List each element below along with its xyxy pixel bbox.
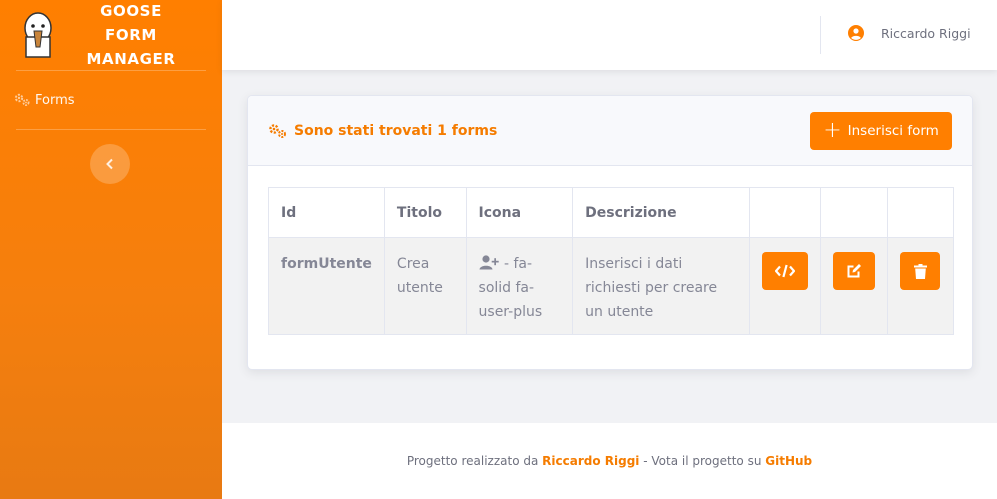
view-code-button[interactable] xyxy=(762,252,808,290)
column-header-edit xyxy=(820,187,888,238)
sidebar: GOOSE FORM MANAGER Forms xyxy=(0,0,222,499)
gears-icon xyxy=(269,123,286,138)
column-header-delete xyxy=(887,187,954,238)
user-circle-icon xyxy=(848,25,864,41)
footer-middle: - Vota il progetto su xyxy=(643,454,762,468)
cell-id: formUtente xyxy=(268,237,385,335)
table-row: formUtente Crea utente - fa-solid fa-use… xyxy=(268,237,954,335)
footer-github-link[interactable]: GitHub xyxy=(765,454,812,468)
edit-button[interactable] xyxy=(833,252,875,290)
goose-logo-icon xyxy=(24,12,52,58)
user-plus-icon xyxy=(479,255,499,270)
column-header-titolo: Titolo xyxy=(383,187,467,238)
brand-title: GOOSE FORM MANAGER xyxy=(72,0,190,71)
footer: Progetto realizzato da Riccardo Riggi - … xyxy=(222,423,997,499)
cell-action-delete xyxy=(887,237,954,335)
add-form-button[interactable]: + Inserisci form xyxy=(810,112,952,150)
code-icon xyxy=(775,264,795,278)
forms-card: Sono stati trovati 1 forms + Inserisci f… xyxy=(247,95,973,370)
brand-title-line2: MANAGER xyxy=(86,50,176,68)
column-header-icona: Icona xyxy=(465,187,574,238)
brand[interactable]: GOOSE FORM MANAGER xyxy=(0,0,222,70)
gears-icon xyxy=(14,93,30,106)
cell-descrizione: Inserisci i dati richiesti per creare un… xyxy=(572,237,750,335)
footer-author-link[interactable]: Riccardo Riggi xyxy=(542,454,639,468)
brand-title-line1: GOOSE FORM xyxy=(100,2,162,44)
column-header-id: Id xyxy=(268,187,385,238)
sidebar-divider xyxy=(16,129,206,130)
cell-action-code xyxy=(749,237,821,335)
plus-icon: + xyxy=(823,118,842,143)
cell-titolo: Crea utente xyxy=(383,237,467,335)
user-name: Riccardo Riggi xyxy=(881,25,971,41)
forms-table: Id Titolo Icona Descrizione formUtente C… xyxy=(268,187,954,335)
sidebar-item-forms[interactable]: Forms xyxy=(0,71,222,129)
sidebar-toggle-button[interactable] xyxy=(90,144,130,184)
chevron-left-icon xyxy=(106,158,113,170)
user-menu[interactable]: Riccardo Riggi xyxy=(848,25,971,41)
trash-icon xyxy=(913,263,927,279)
topbar-divider xyxy=(820,16,821,54)
delete-button[interactable] xyxy=(900,252,940,290)
column-header-code xyxy=(749,187,821,238)
column-header-descrizione: Descrizione xyxy=(572,187,750,238)
card-title: Sono stati trovati 1 forms xyxy=(294,122,498,139)
add-form-label: Inserisci form xyxy=(847,123,939,139)
cell-icona: - fa-solid fa-user-plus xyxy=(465,237,574,335)
edit-icon xyxy=(847,264,861,278)
cell-action-edit xyxy=(820,237,888,335)
table-header-row: Id Titolo Icona Descrizione xyxy=(268,187,954,238)
footer-prefix: Progetto realizzato da xyxy=(406,454,539,468)
topbar: Riccardo Riggi xyxy=(222,0,997,70)
sidebar-item-label: Forms xyxy=(35,92,75,108)
